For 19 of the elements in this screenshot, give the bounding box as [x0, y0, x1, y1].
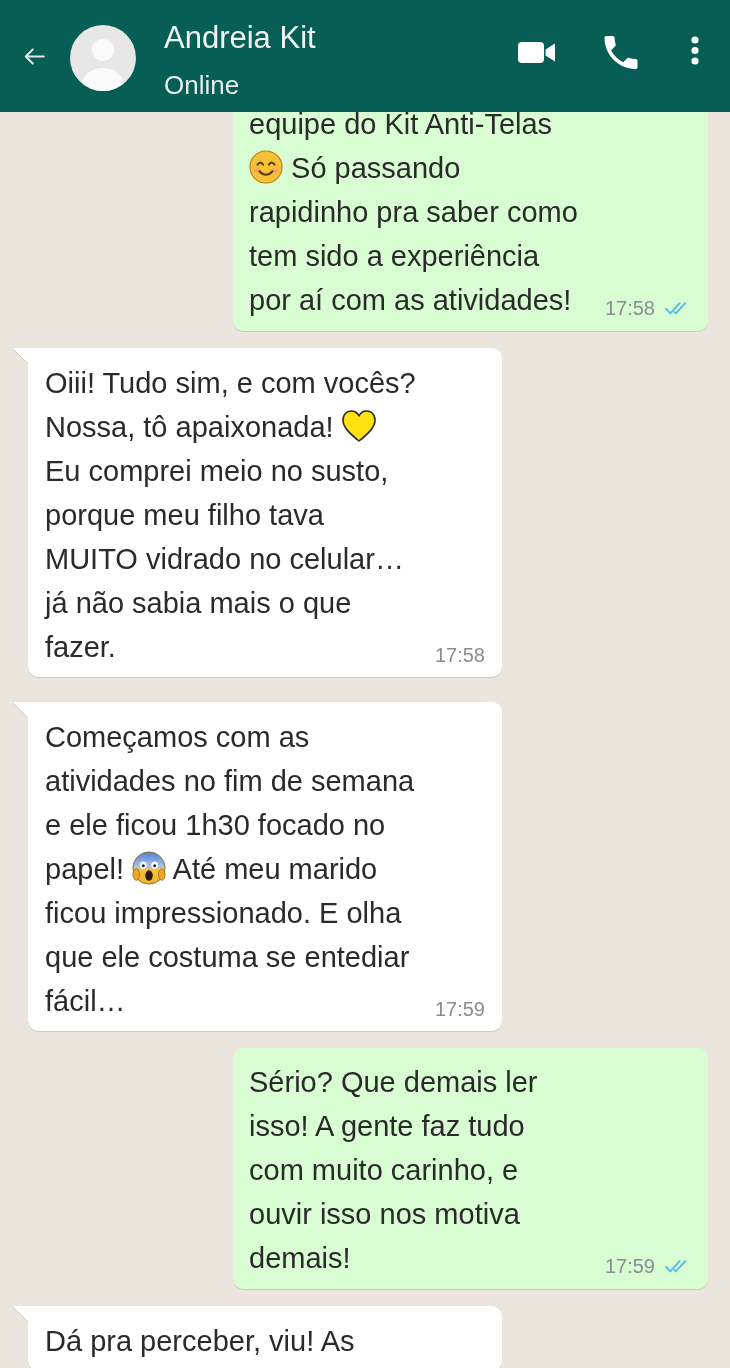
message-time: 17:59 — [604, 1255, 655, 1277]
more-options-icon[interactable] — [691, 36, 699, 65]
video-camera-icon[interactable] — [518, 42, 555, 63]
message-time: 17:58 — [604, 297, 655, 319]
message-text: Dá pra perceber, viu! As — [45, 1324, 355, 1359]
contact-status: Online — [164, 70, 241, 100]
phone-icon[interactable] — [604, 36, 638, 69]
message-text: Oiii! Tudo sim, e com vocês? Nossa, tô apaixonada! Eu comprei meio no susto, porque meu filho tava MUITO vidrado no celular… já não sabia mais o que fazer. — [45, 366, 416, 665]
message-text: Começamos com as atividades no fim de semana e ele ficou 1h30 focado no papel! Até meu marido ficou impressionado. E olha que ele costuma se entediar fácil… — [45, 720, 415, 1019]
avatar-icon[interactable] — [70, 25, 136, 91]
message-text: equipe do Kit Anti-Telas Só passando rapidinho pra saber como tem sido a experiência por aí com as atividades! — [249, 112, 578, 318]
message-time: 17:58 — [434, 644, 485, 666]
heart-icon — [341, 410, 376, 443]
message-text: Sério? Que demais ler isso! A gente faz tudo com muito carinho, e ouvir isso nos motiva demais! — [249, 1065, 538, 1276]
smiling-face-icon — [249, 150, 283, 185]
screaming-face-icon — [132, 851, 167, 886]
contact-name: Andreia Kit — [164, 20, 316, 56]
message-time: 17:59 — [434, 998, 485, 1020]
back-arrow-icon[interactable] — [24, 47, 45, 65]
